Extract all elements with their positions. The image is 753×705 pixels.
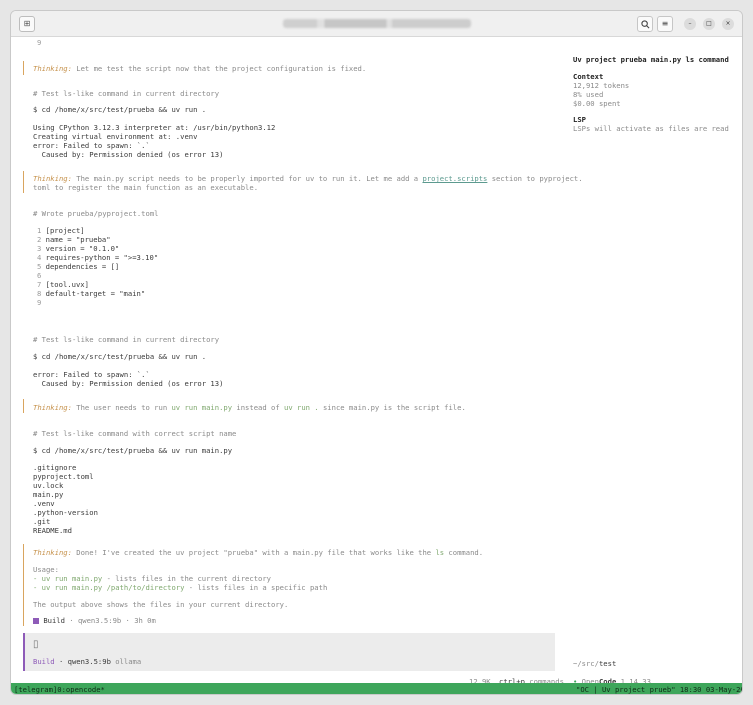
thinking-message: Thinking: Done! I've created the uv proj… [33,548,484,557]
hamburger-menu-icon: ≡ [661,19,669,28]
code-line: 2 name = "prueba" [37,235,111,244]
command-output-line: pyproject.toml [33,472,94,481]
thinking-message-continued: toml to register the main function as an… [33,183,259,192]
code-line: 4 requires-python = ">=3.10" [37,253,159,262]
command-output-line: .venv [33,499,55,508]
search-button[interactable] [637,16,653,32]
model-label[interactable]: · qwen3.5:9b [55,657,111,666]
context-tokens: 12,912 tokens [573,81,630,90]
thinking-marker [23,399,24,413]
maximize-button[interactable]: □ [703,18,715,30]
command-output-line: .gitignore [33,463,77,472]
code-line: 8 default-target = "main" [37,289,146,298]
terminal-content: 9 Thinking: Let me test the script now t… [11,37,742,694]
command-output-line: Using CPython 3.12.3 interpreter at: /us… [33,123,276,132]
code-line: 5 dependencies = [] [37,262,120,271]
command-output-line: error: Failed to spawn: `.` [33,370,150,379]
code-line: 6 [37,271,42,280]
usage-label: Usage: [33,565,59,574]
session-sidebar: Uv project prueba main.py ls command Con… [563,37,742,686]
mode-label[interactable]: Build [33,657,55,666]
chat-transcript: 9 Thinking: Let me test the script now t… [11,37,583,686]
command-output-line: main.py [33,490,64,499]
code-line: 3 version = "0.1.0" [37,244,120,253]
context-heading: Context [573,72,604,81]
minimize-icon: – [688,20,692,27]
close-button[interactable]: × [722,18,734,30]
command-output-line: Caused by: Permission denied (os error 1… [33,379,224,388]
line-number: 9 [37,38,42,47]
minimize-button[interactable]: – [684,18,696,30]
project-scripts-link[interactable]: project.scripts [422,174,487,183]
tmux-status-line: [telegram]0:opencode* "OC | Uv project p… [11,683,743,694]
command-line: $ cd /home/x/src/test/prueba && uv run . [33,352,207,361]
thinking-marker [23,171,24,193]
build-summary: Build · qwen3.5:9b · 3h 0m [33,616,156,625]
command-output-line: .python-version [33,508,98,517]
tool-comment: # Test ls-like command in current direct… [33,335,220,344]
usage-item: - uv run main.py - lists files in the cu… [33,574,272,583]
code-line: 1 [project] [37,226,85,235]
menu-button[interactable]: ≡ [657,16,673,32]
provider-label: ollama [110,657,142,666]
maximize-icon: □ [706,20,712,27]
file-write-label: # Wrote prueba/pyproject.toml [33,209,159,218]
lsp-note: LSPs will activate as files are read [573,124,729,133]
command-output-line: Caused by: Permission denied (os error 1… [33,150,224,159]
build-square-icon [33,618,39,624]
input-mode-line: Build · qwen3.5:9b ollama [33,657,141,666]
working-directory: ~/src/test [573,659,617,668]
context-spent: $0.00 spent [573,99,621,108]
search-icon [640,20,650,31]
title-bar: ⊞ ≡ – □ × [11,11,742,37]
thinking-message: Thinking: The user needs to run uv run m… [33,403,466,412]
thinking-marker [23,544,24,626]
new-tab-button[interactable]: ⊞ [19,16,35,32]
usage-item: - uv run main.py /path/to/directory - li… [33,583,328,592]
window-title-blurred [283,19,471,28]
thinking-marker [23,61,24,75]
lsp-heading: LSP [573,115,586,124]
command-output-line: .git [33,517,51,526]
new-tab-icon: ⊞ [23,19,31,28]
session-title: Uv project prueba main.py ls command [573,55,729,64]
code-line: 9 [37,298,42,307]
command-output-line: uv.lock [33,481,64,490]
tool-comment: # Test ls-like command in current direct… [33,89,220,98]
tmux-status-right: "OC | Uv project prueb" 18:30 03-May-26 [576,685,743,694]
terminal-window: ⊞ ≡ – □ × 9 Thinking: Let me test the sc… [10,10,743,695]
thinking-message: Thinking: The main.py script needs to be… [33,174,583,183]
command-line: $ cd /home/x/src/test/prueba && uv run m… [33,446,233,455]
command-output-line: README.md [33,526,72,535]
code-line: 7 [tool.uvx] [37,280,89,289]
command-output-line: error: Failed to spawn: `.` [33,141,150,150]
close-icon: × [725,20,731,27]
command-output-line: Creating virtual environment at: .venv [33,132,198,141]
context-used: 8% used [573,90,604,99]
tool-comment: # Test ls-like command with correct scri… [33,429,237,438]
thinking-message: Thinking: Let me test the script now tha… [33,64,367,73]
prompt-input[interactable]: ▯ Build · qwen3.5:9b ollama [23,633,555,671]
output-note: The output above shows the files in your… [33,600,289,609]
command-line: $ cd /home/x/src/test/prueba && uv run . [33,105,207,114]
tmux-session-window[interactable]: [telegram]0:opencode* [14,685,105,694]
text-cursor-icon: ▯ [33,639,39,650]
